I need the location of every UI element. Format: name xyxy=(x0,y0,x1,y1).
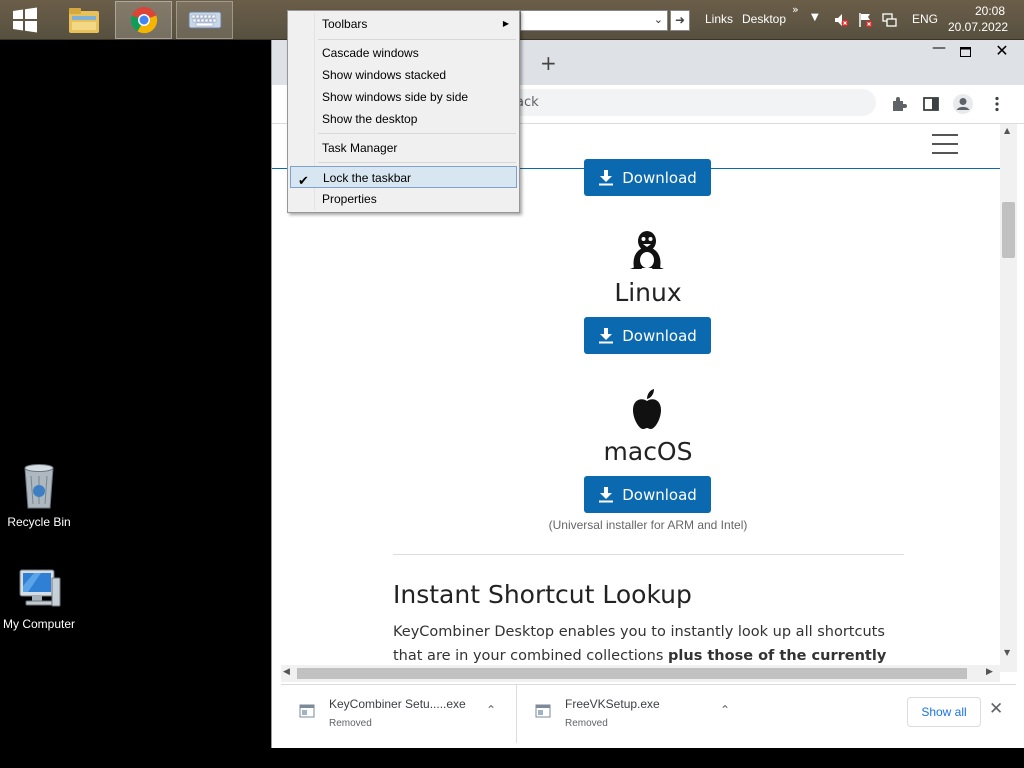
linux-tux-icon xyxy=(630,231,664,269)
close-download-shelf-icon[interactable]: ✕ xyxy=(989,699,1003,719)
download-status: Removed xyxy=(329,718,372,729)
maximize-icon xyxy=(959,47,971,57)
extensions-puzzle-icon[interactable] xyxy=(890,95,908,113)
desktop-icon-my-computer[interactable]: My Computer xyxy=(0,568,78,631)
macos-installer-note: (Universal installer for ARM and Intel) xyxy=(548,518,748,532)
download-icon xyxy=(599,328,614,344)
language-indicator[interactable]: ENG xyxy=(912,12,938,26)
chevron-down-icon[interactable]: ⌄ xyxy=(654,13,663,26)
exe-file-icon xyxy=(299,704,315,718)
download-filename: KeyCombiner Setu.....exe xyxy=(329,697,466,711)
menu-separator xyxy=(318,39,516,40)
go-arrow-button[interactable]: ➜ xyxy=(670,10,690,31)
menu-item-toolbars[interactable]: Toolbars ▶ xyxy=(290,13,517,35)
menu-item-show-windows-stacked[interactable]: Show windows stacked xyxy=(290,64,517,86)
download-linux-button[interactable]: Download xyxy=(584,317,711,354)
links-toolbar[interactable]: Links xyxy=(705,12,733,26)
vertical-scrollbar[interactable]: ▲ ▼ xyxy=(1000,124,1017,672)
folder-icon xyxy=(68,8,99,33)
chevron-up-icon[interactable]: ⌃ xyxy=(486,703,496,717)
computer-icon xyxy=(19,569,61,607)
menu-separator xyxy=(318,133,516,134)
download-windows-button[interactable]: Download xyxy=(584,159,711,196)
file-explorer-taskbar-button[interactable] xyxy=(55,1,112,39)
recycle-bin-label: Recycle Bin xyxy=(7,515,71,529)
download-status: Removed xyxy=(565,718,608,729)
scroll-left-arrow-icon[interactable]: ◀ xyxy=(283,667,290,677)
keyboard-icon xyxy=(188,11,221,29)
menu-item-task-manager[interactable]: Task Manager xyxy=(290,137,517,159)
download-shelf: KeyCombiner Setu.....exe Removed ⌃ FreeV… xyxy=(281,684,1016,743)
section-heading: Instant Shortcut Lookup xyxy=(393,580,692,609)
menu-item-lock-taskbar[interactable]: ✔ Lock the taskbar xyxy=(290,166,517,188)
network-icon[interactable] xyxy=(882,12,898,28)
menu-item-show-side-by-side[interactable]: Show windows side by side xyxy=(290,86,517,108)
download-item[interactable]: KeyCombiner Setu.....exe Removed ⌃ xyxy=(281,685,517,743)
apple-logo-icon xyxy=(633,389,661,429)
profile-avatar-icon[interactable] xyxy=(952,93,974,115)
menu-item-label: Toolbars xyxy=(322,17,368,31)
menu-item-cascade-windows[interactable]: Cascade windows xyxy=(290,42,517,64)
menu-separator xyxy=(318,162,516,163)
recycle-bin-icon xyxy=(24,464,54,509)
download-filename: FreeVKSetup.exe xyxy=(565,697,660,711)
new-tab-button[interactable]: + xyxy=(540,53,557,73)
section-divider xyxy=(393,554,904,555)
hamburger-menu-icon[interactable] xyxy=(932,134,958,154)
download-icon xyxy=(599,487,614,503)
scroll-up-arrow-icon[interactable]: ▲ xyxy=(1004,126,1010,135)
action-center-flag-icon[interactable] xyxy=(857,12,873,28)
volume-muted-icon[interactable] xyxy=(833,12,849,28)
side-panel-icon[interactable] xyxy=(922,95,940,113)
windows-logo-icon xyxy=(13,7,37,33)
start-button[interactable] xyxy=(0,1,50,39)
menu-item-label: Lock the taskbar xyxy=(323,171,412,185)
horizontal-scroll-thumb[interactable] xyxy=(297,668,967,679)
virtual-keyboard-taskbar-button[interactable] xyxy=(176,1,233,39)
chrome-icon xyxy=(130,7,157,34)
kebab-menu-icon[interactable] xyxy=(988,95,1006,113)
download-macos-button[interactable]: Download xyxy=(584,476,711,513)
download-item[interactable]: FreeVKSetup.exe Removed ⌃ xyxy=(517,685,750,743)
submenu-arrow-icon: ▶ xyxy=(502,19,509,28)
scroll-down-arrow-icon[interactable]: ▼ xyxy=(1004,648,1010,657)
linux-heading: Linux xyxy=(614,278,682,307)
scroll-right-arrow-icon[interactable]: ▶ xyxy=(986,667,993,677)
close-window-button[interactable]: ✕ xyxy=(979,41,1024,62)
horizontal-scrollbar[interactable]: ◀ ▶ xyxy=(281,665,1000,682)
chevron-up-icon[interactable]: ⌃ xyxy=(720,703,730,717)
address-toolbar-input[interactable]: ⌄ xyxy=(520,10,668,31)
maximize-button[interactable] xyxy=(950,42,980,64)
exe-file-icon xyxy=(535,704,551,718)
vertical-scroll-thumb[interactable] xyxy=(1002,202,1015,258)
download-icon xyxy=(599,170,614,186)
download-button-label: Download xyxy=(622,168,697,187)
desktop-icon-recycle-bin[interactable]: Recycle Bin xyxy=(0,462,78,529)
chrome-taskbar-button[interactable] xyxy=(115,1,172,39)
clock-time[interactable]: 20:08 xyxy=(960,4,1020,19)
show-hidden-icons-triangle-icon[interactable]: ▼ xyxy=(811,12,819,23)
desktop-toolbar[interactable]: Desktop xyxy=(742,12,786,26)
show-all-downloads-button[interactable]: Show all xyxy=(907,697,981,727)
toolbar-overflow-chevron[interactable]: » xyxy=(792,3,799,16)
menu-item-properties[interactable]: Properties xyxy=(290,188,517,210)
my-computer-label: My Computer xyxy=(2,617,76,631)
taskbar-context-menu: Toolbars ▶ Cascade windows Show windows … xyxy=(287,10,520,213)
menu-item-show-desktop[interactable]: Show the desktop xyxy=(290,108,517,130)
omnibox[interactable]: ack xyxy=(502,89,876,116)
clock-date[interactable]: 20.07.2022 xyxy=(948,20,1008,34)
download-button-label: Download xyxy=(622,326,697,345)
macos-heading: macOS xyxy=(603,437,693,466)
download-button-label: Download xyxy=(622,485,697,504)
